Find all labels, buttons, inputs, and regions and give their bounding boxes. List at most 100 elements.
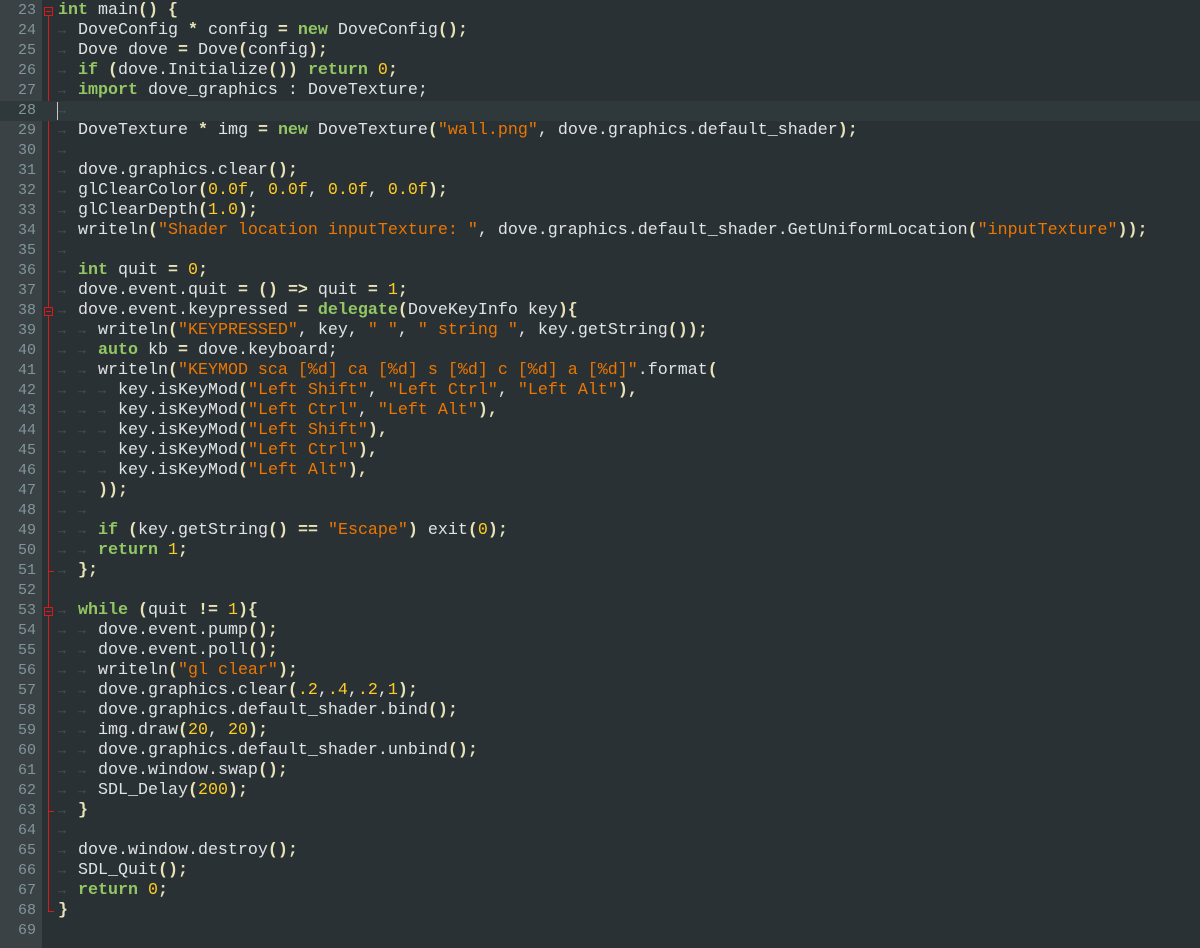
- tab-arrow-icon: [78, 541, 98, 561]
- operator: =: [277, 21, 288, 40]
- code-line[interactable]: 56 writeln("gl clear");: [0, 661, 1200, 681]
- code-line[interactable]: 51};: [0, 561, 1200, 581]
- code-line[interactable]: 57dove.graphics.clear(.2,.4,.2,1);: [0, 681, 1200, 701]
- code-line[interactable]: 45 key.isKeyMod("Left Ctrl"),: [0, 441, 1200, 461]
- number-literal: 200: [197, 781, 228, 800]
- operator: ));: [1117, 221, 1148, 240]
- code-line[interactable]: 63}: [0, 801, 1200, 821]
- operator: (: [187, 781, 198, 800]
- fold-collapse-icon[interactable]: [44, 7, 53, 16]
- operator: (: [167, 661, 178, 680]
- tab-arrow-icon: [58, 341, 78, 361]
- code-line[interactable]: 66 SDL_Quit();: [0, 861, 1200, 881]
- code-line[interactable]: 55 dove.event.poll();: [0, 641, 1200, 661]
- code-line[interactable]: 24DoveConfig * config = new DoveConfig()…: [0, 21, 1200, 41]
- operator: (: [167, 361, 178, 380]
- fold-collapse-icon[interactable]: [44, 607, 53, 616]
- code-content: [58, 501, 98, 521]
- keyword: auto: [98, 341, 138, 360]
- code-line[interactable]: 68}: [0, 901, 1200, 921]
- code-content: key.isKeyMod("Left Shift"),: [58, 421, 388, 441]
- code-line[interactable]: 53 while (quit != 1){: [0, 601, 1200, 621]
- code-text: dove.event.pump: [98, 621, 248, 640]
- code-line[interactable]: 27 import dove_graphics : DoveTexture;: [0, 81, 1200, 101]
- operator: );: [227, 781, 248, 800]
- code-line[interactable]: 58 dove.graphics.default_shader.bind();: [0, 701, 1200, 721]
- code-text: Dove: [187, 41, 238, 60]
- tab-arrow-icon: [58, 641, 78, 661]
- line-number: 40: [17, 342, 36, 359]
- code-line[interactable]: 37 dove.event.quit = () => quit = 1;: [0, 281, 1200, 301]
- code-line[interactable]: 32 glClearColor(0.0f, 0.0f, 0.0f, 0.0f);: [0, 181, 1200, 201]
- code-line[interactable]: 36 int quit = 0;: [0, 261, 1200, 281]
- code-line[interactable]: 34writeln("Shader location inputTexture:…: [0, 221, 1200, 241]
- code-content: writeln("KEYMOD sca [%d] ca [%d] s [%d] …: [58, 361, 718, 381]
- code-line[interactable]: 30: [0, 141, 1200, 161]
- code-line[interactable]: 64: [0, 821, 1200, 841]
- code-text: DoveTexture: [307, 121, 428, 140]
- tab-arrow-icon: [58, 721, 78, 741]
- code-line[interactable]: 47));: [0, 481, 1200, 501]
- number-literal: .2: [297, 681, 318, 700]
- code-line[interactable]: 65 dove.window.destroy();: [0, 841, 1200, 861]
- operator: ),: [617, 381, 638, 400]
- code-line[interactable]: 48: [0, 501, 1200, 521]
- line-number: 33: [17, 202, 36, 219]
- number-literal: 0: [147, 881, 158, 900]
- code-line[interactable]: 44 key.isKeyMod("Left Shift"),: [0, 421, 1200, 441]
- code-line[interactable]: 43 key.isKeyMod("Left Ctrl", "Left Alt"),: [0, 401, 1200, 421]
- code-content: }: [58, 801, 88, 821]
- code-line[interactable]: 59 img.draw(20, 20);: [0, 721, 1200, 741]
- code-line[interactable]: 28: [0, 101, 1200, 121]
- code-text: kb: [137, 341, 178, 360]
- code-content: };: [58, 561, 98, 581]
- code-line[interactable]: 52: [0, 581, 1200, 601]
- line-number: 57: [17, 682, 36, 699]
- code-content: writeln("Shader location inputTexture: "…: [58, 221, 1148, 241]
- code-line[interactable]: 26 if (dove.Initialize()) return 0;: [0, 61, 1200, 81]
- code-line[interactable]: 35: [0, 241, 1200, 261]
- code-editor[interactable]: 23int main() {24DoveConfig * config = ne…: [0, 1, 1200, 941]
- code-line[interactable]: 38 dove.event.keypressed = delegate(DoveK…: [0, 301, 1200, 321]
- code-line[interactable]: 54 dove.event.pump();: [0, 621, 1200, 641]
- code-line[interactable]: 31 dove.graphics.clear();: [0, 161, 1200, 181]
- code-line[interactable]: 42 key.isKeyMod("Left Shift", "Left Ctrl"…: [0, 381, 1200, 401]
- tab-arrow-icon: [58, 481, 78, 501]
- keyword: while: [78, 601, 128, 620]
- tab-arrow-icon: [58, 601, 78, 621]
- tab-arrow-icon: [58, 681, 78, 701]
- string-literal: "Left Shift": [247, 381, 368, 400]
- code-line[interactable]: 50 return 1;: [0, 541, 1200, 561]
- operator: );: [237, 201, 258, 220]
- code-line[interactable]: 67 return 0;: [0, 881, 1200, 901]
- code-line[interactable]: 60 dove.graphics.default_shader.unbind();: [0, 741, 1200, 761]
- code-line[interactable]: 69: [0, 921, 1200, 941]
- code-line[interactable]: 40 auto kb = dove.keyboard;: [0, 341, 1200, 361]
- code-line[interactable]: 62 SDL_Delay(200);: [0, 781, 1200, 801]
- tab-arrow-icon: [78, 781, 98, 801]
- tab-arrow-icon: [58, 221, 78, 241]
- code-line[interactable]: 46 key.isKeyMod("Left Alt"),: [0, 461, 1200, 481]
- code-text: , dove.graphics.default_shader.GetUnifor…: [477, 221, 968, 240]
- code-line[interactable]: 41writeln("KEYMOD sca [%d] ca [%d] s [%d…: [0, 361, 1200, 381]
- operator: ()): [267, 61, 298, 80]
- code-line[interactable]: 23 int main() {: [0, 1, 1200, 21]
- code-line[interactable]: 33 glClearDepth(1.0);: [0, 201, 1200, 221]
- code-line[interactable]: 39 writeln("KEYPRESSED", key, " ", " stri…: [0, 321, 1200, 341]
- code-text: key.isKeyMod: [118, 421, 238, 440]
- code-line[interactable]: 61 dove.window.swap();: [0, 761, 1200, 781]
- code-line[interactable]: 49if (key.getString() == "Escape") exit(…: [0, 521, 1200, 541]
- code-line[interactable]: 29DoveTexture * img = new DoveTexture("w…: [0, 121, 1200, 141]
- operator: ;: [157, 881, 168, 900]
- code-line[interactable]: 25 Dove dove = Dove(config);: [0, 41, 1200, 61]
- operator: );: [487, 521, 508, 540]
- number-literal: 0: [377, 61, 388, 80]
- code-content: key.isKeyMod("Left Ctrl", "Left Alt"),: [58, 401, 498, 421]
- fold-collapse-icon[interactable]: [44, 307, 53, 316]
- tab-arrow-icon: [78, 461, 98, 481]
